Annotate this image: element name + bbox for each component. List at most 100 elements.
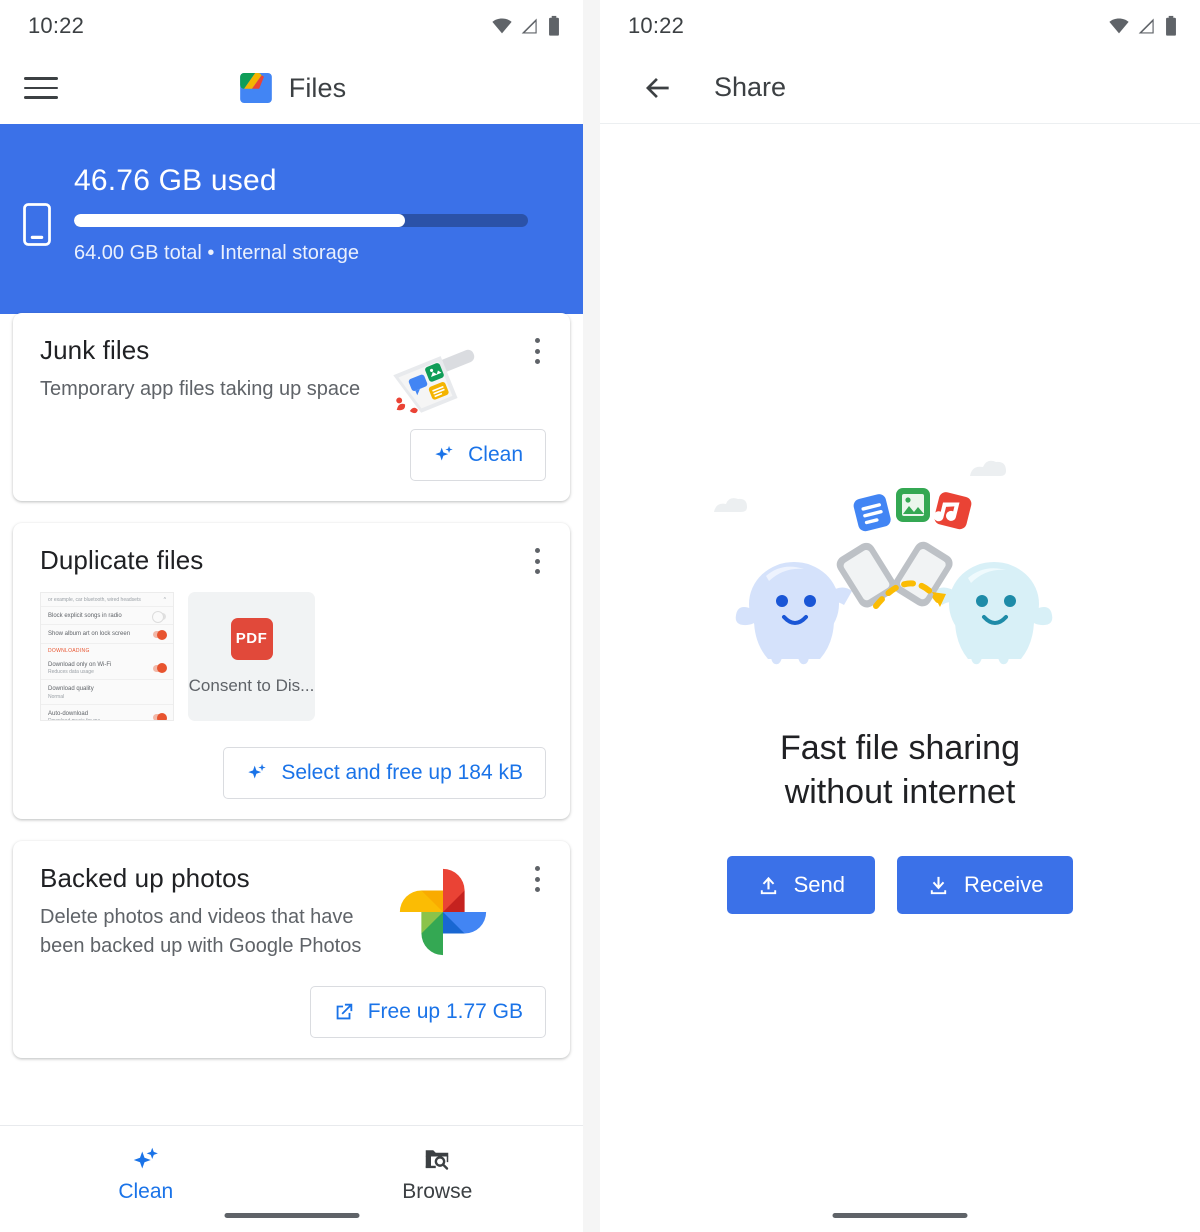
shot-row-sub: Download music for me [48, 718, 101, 722]
shot-row-sub: Reduces data usage [48, 668, 94, 675]
backed-up-photos-card[interactable]: Backed up photos Delete photos and video… [13, 841, 570, 1059]
storage-progress-track [74, 214, 528, 227]
right-blob [893, 541, 1053, 665]
share-headline-line2: without internet [784, 773, 1016, 812]
shot-section-header: DOWNLOADING [48, 647, 90, 654]
upload-icon [760, 876, 776, 894]
files-app-screen: 10:22 Files 46.76 GB used 64.00 GB total… [0, 0, 583, 1232]
send-button-label: Send [793, 872, 845, 898]
share-empty-state: Fast file sharing without internet Send [600, 124, 1200, 915]
status-time: 10:22 [628, 13, 685, 38]
storage-total-label: 64.00 GB total • Internal storage [74, 242, 359, 264]
files-logo-icon [239, 72, 272, 104]
shot-row: or example, car bluetooth, wired headset… [41, 593, 173, 608]
clean-junk-button[interactable]: Clean [410, 429, 546, 482]
shot-row-label: Auto-download [48, 711, 89, 718]
share-screen: 10:22 Share Fast file sharing without in… [600, 0, 1200, 1232]
status-icon-group [1108, 15, 1178, 37]
screen-divider [583, 0, 600, 1232]
duplicate-thumbnail-pdf[interactable]: PDF Consent to Dis... [188, 592, 315, 722]
shot-row-label: Download only on Wi-Fi [48, 661, 112, 668]
shot-row: Download quality Normal [41, 680, 173, 706]
gesture-home-bar[interactable] [224, 1213, 359, 1218]
shot-row-label: Block explicit songs in radio [48, 613, 122, 620]
shot-row: Auto-download Download music for me [41, 705, 173, 721]
pdf-file-name: Consent to Dis... [188, 675, 315, 695]
status-time: 10:22 [28, 13, 85, 38]
image-icon [896, 488, 930, 522]
share-page-title: Share [714, 72, 787, 102]
select-and-free-up-label: Select and free up 184 kB [281, 761, 523, 785]
app-bar: Files [0, 52, 583, 124]
share-action-buttons: Send Receive [726, 856, 1074, 915]
shot-row-label: or example, car bluetooth, wired headset… [48, 597, 141, 604]
clean-cards-list: Junk files Temporary app files taking up… [0, 313, 583, 1232]
send-button[interactable]: Send [726, 856, 875, 915]
toggle-off-icon [152, 611, 166, 624]
battery-icon [549, 15, 559, 36]
overflow-menu-icon[interactable] [526, 335, 548, 367]
page-title: Files [288, 72, 347, 103]
shot-row: Block explicit songs in radio [41, 607, 173, 626]
google-photos-pinwheel-icon [399, 869, 487, 956]
signal-icon [1138, 18, 1154, 34]
clean-junk-label: Clean [468, 443, 523, 467]
junk-files-card[interactable]: Junk files Temporary app files taking up… [13, 313, 570, 502]
free-up-photos-button[interactable]: Free up 1.77 GB [309, 986, 546, 1039]
dustpan-junk-icon [393, 349, 475, 414]
card-subtitle: Temporary app files taking up space [40, 378, 361, 400]
duplicate-thumbnails: or example, car bluetooth, wired headset… [40, 592, 546, 722]
nav-tab-browse-label: Browse [402, 1180, 473, 1203]
duplicate-thumbnail-screenshot[interactable]: or example, car bluetooth, wired headset… [40, 592, 174, 722]
toggle-on-icon [153, 629, 167, 640]
shot-row-label: Download quality [48, 686, 94, 693]
shot-row-label: Show album art on lock screen [48, 631, 131, 638]
sparkle-icon [248, 764, 267, 779]
signal-icon [521, 18, 537, 34]
shot-row-sub: Normal [48, 693, 65, 700]
card-title: Duplicate files [40, 545, 204, 576]
card-subtitle: Delete photos and videos that have been … [40, 906, 362, 957]
status-bar: 10:22 [600, 0, 1200, 52]
storage-used-label: 46.76 GB used [74, 164, 277, 197]
overflow-menu-icon[interactable] [526, 545, 548, 577]
music-icon [933, 492, 972, 530]
share-headline-line1: Fast file sharing [780, 729, 1020, 767]
arrow-back-icon[interactable] [642, 72, 674, 104]
pdf-badge-icon: PDF [230, 617, 273, 660]
battery-icon [1166, 15, 1176, 36]
status-icon-group [491, 15, 561, 37]
document-icon [853, 494, 891, 532]
wifi-icon [492, 18, 512, 34]
share-app-bar: Share [600, 52, 1200, 124]
left-blob [735, 542, 897, 665]
sparkle-icon [133, 1147, 158, 1169]
shot-row-caret: ^ [163, 597, 166, 604]
shot-row: Download only on Wi-Fi Reduces data usage [41, 656, 173, 681]
storage-progress-fill [74, 214, 406, 227]
toggle-on-icon [153, 712, 167, 721]
gesture-home-bar[interactable] [832, 1213, 968, 1218]
share-headline: Fast file sharing without internet [780, 726, 1020, 814]
receive-button-label: Receive [963, 872, 1044, 898]
select-and-free-up-button[interactable]: Select and free up 184 kB [223, 747, 546, 800]
shot-row: Show album art on lock screen [41, 625, 173, 644]
folder-search-icon [426, 1150, 449, 1170]
hamburger-icon[interactable] [24, 77, 58, 99]
status-bar: 10:22 [0, 0, 583, 52]
dual-screenshot-container: 10:22 Files 46.76 GB used 64.00 GB total… [0, 0, 1200, 1232]
phone-icon [23, 203, 51, 246]
duplicate-files-card[interactable]: Duplicate files or example, car bluetoot… [13, 523, 570, 820]
open-in-new-icon [336, 1003, 352, 1020]
toggle-on-icon [153, 663, 167, 673]
receive-button[interactable]: Receive [896, 856, 1074, 915]
overflow-menu-icon[interactable] [526, 863, 548, 895]
sparkle-icon [435, 446, 453, 461]
download-icon [930, 876, 947, 894]
app-bar-brand: Files [0, 69, 583, 107]
free-up-photos-label: Free up 1.77 GB [367, 1000, 523, 1024]
wifi-icon [1109, 18, 1129, 34]
nav-tab-clean-label: Clean [118, 1180, 174, 1203]
two-blobs-sharing-files-illustration [713, 460, 1053, 665]
storage-summary-banner: 46.76 GB used 64.00 GB total • Internal … [0, 124, 583, 314]
